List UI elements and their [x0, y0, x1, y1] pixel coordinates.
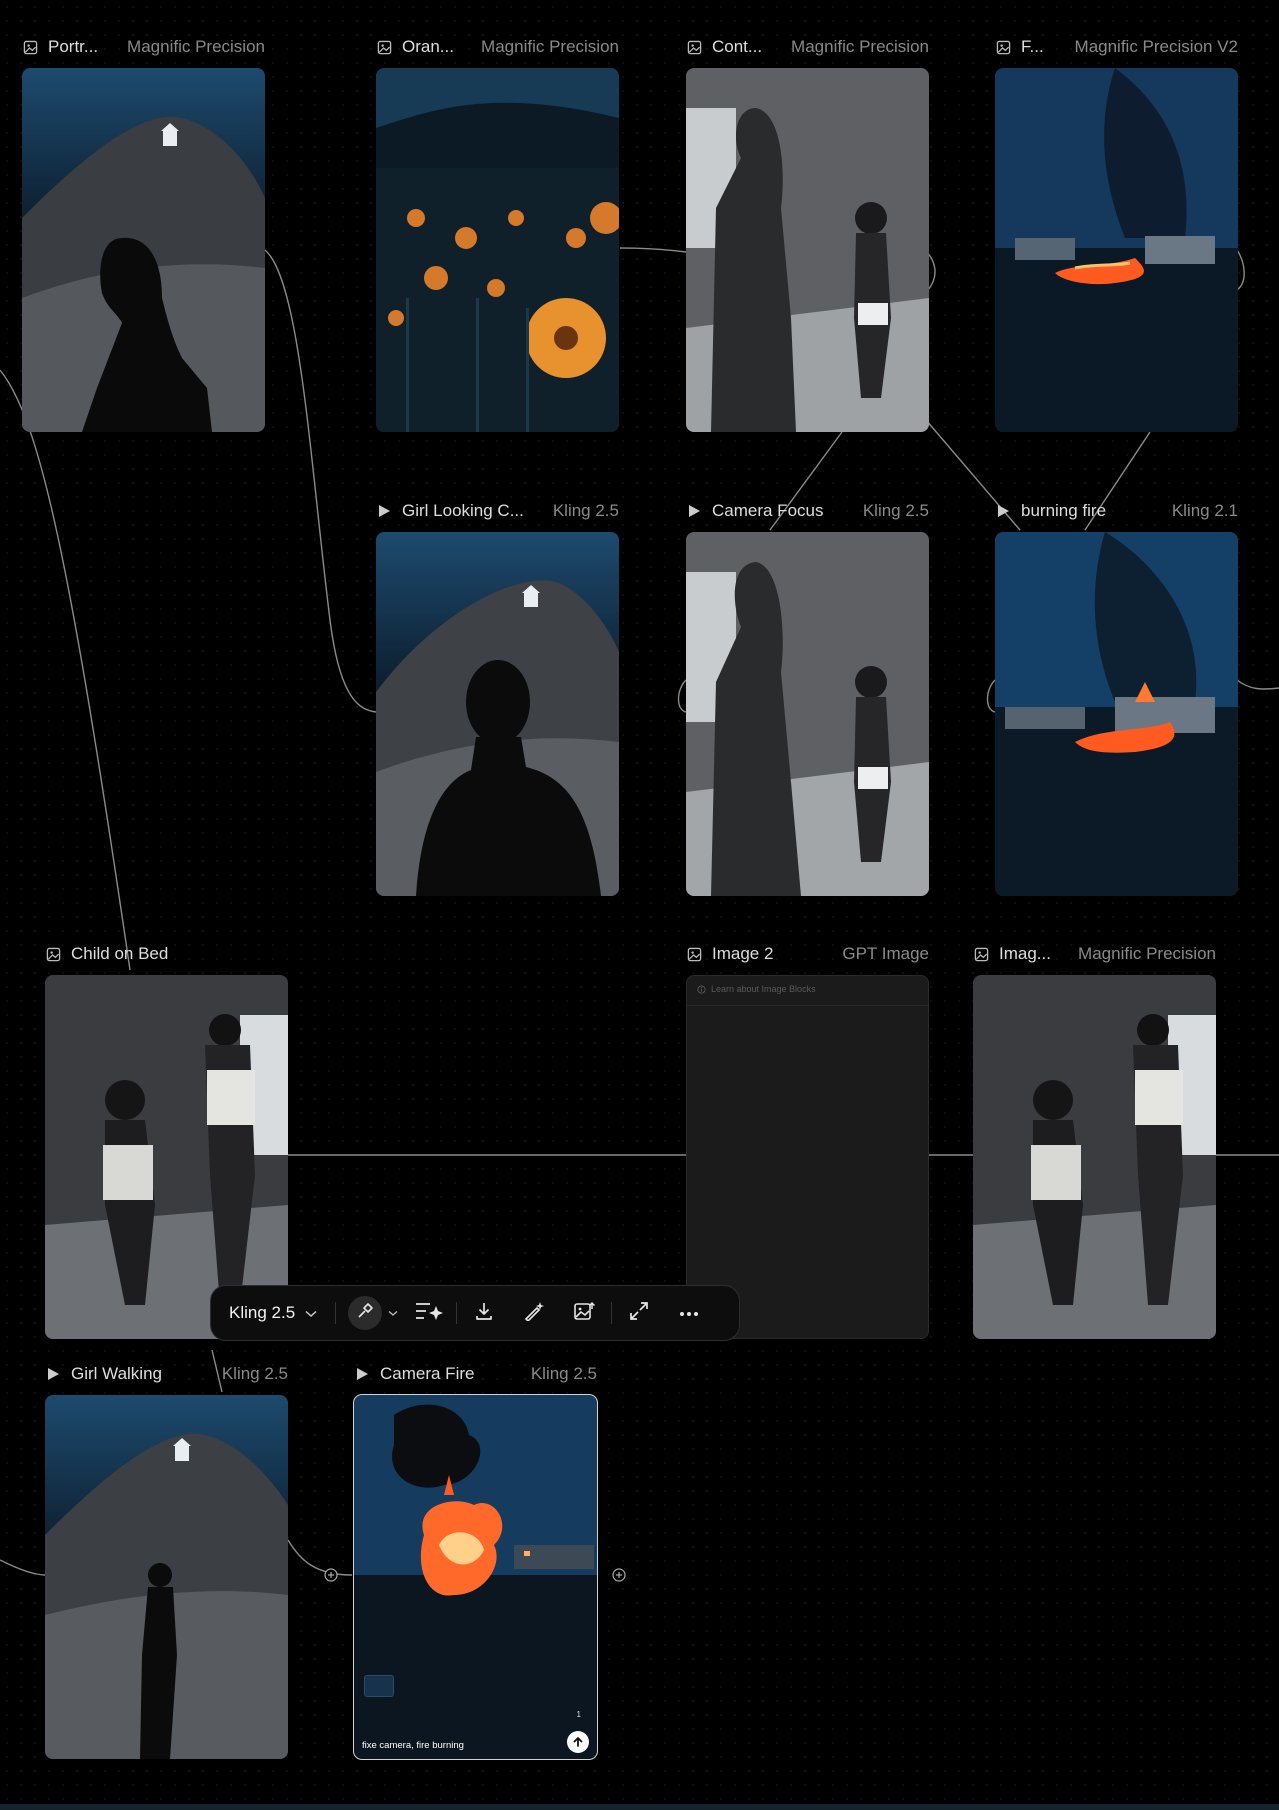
node-title: Portr...	[48, 37, 99, 56]
image-node-imag[interactable]: Imag... Magnific Precision	[973, 941, 1216, 1339]
node-thumbnail	[973, 975, 1216, 1339]
node-toolbar: Kling 2.5	[210, 1285, 740, 1341]
add-input-handle[interactable]	[324, 1568, 338, 1582]
node-title: Camera Focus	[712, 501, 824, 520]
video-node-burning-fire[interactable]: burning fire Kling 2.1	[995, 498, 1238, 896]
node-title: F...	[1021, 37, 1044, 56]
node-thumbnail	[686, 68, 929, 432]
play-icon	[376, 503, 392, 519]
style-brush-button[interactable]	[348, 1295, 383, 1331]
node-thumbnail	[995, 532, 1238, 896]
enhance-button[interactable]	[414, 1295, 444, 1331]
arrow-up-icon	[572, 1736, 584, 1748]
node-title: Child on Bed	[71, 944, 169, 963]
bottom-edge	[0, 1804, 1279, 1810]
style-dropdown[interactable]	[382, 1295, 404, 1331]
play-icon	[686, 503, 702, 519]
more-icon	[679, 1304, 699, 1322]
node-model: Magnific Precision	[791, 37, 929, 56]
learn-link[interactable]: Learn about Image Blocks	[687, 984, 928, 1006]
node-model: GPT Image	[842, 944, 929, 963]
node-model: Kling 2.5	[552, 501, 619, 520]
node-title: Image 2	[712, 944, 774, 963]
node-thumbnail	[45, 1395, 288, 1759]
video-node-girl-looking[interactable]: Girl Looking C... Kling 2.5	[376, 498, 619, 896]
node-model: Kling 2.5	[530, 1364, 597, 1383]
node-title: Girl Looking C...	[402, 501, 524, 520]
image-node-village-fire[interactable]: F... Magnific Precision V2	[995, 34, 1238, 432]
image-icon	[22, 39, 38, 55]
image-node-portrait[interactable]: Portr... Magnific Precision	[22, 34, 265, 432]
image-icon	[995, 39, 1011, 55]
node-thumbnail	[22, 68, 265, 432]
image-node-orange-flowers[interactable]: Oran... Magnific Precision	[376, 34, 619, 432]
download-icon	[474, 1301, 494, 1326]
node-title: Camera Fire	[380, 1364, 475, 1383]
image-icon	[686, 946, 702, 962]
image-upload-icon	[573, 1301, 596, 1326]
node-model: Kling 2.1	[1171, 501, 1238, 520]
expand-icon	[629, 1301, 649, 1326]
node-model: Magnific Precision V2	[1074, 37, 1238, 56]
brush-icon	[356, 1302, 374, 1325]
prompt-text[interactable]: fixe camera, fire burning	[362, 1740, 464, 1751]
play-icon	[354, 1366, 370, 1382]
node-model: Kling 2.5	[862, 501, 929, 520]
image-upload-button[interactable]	[569, 1295, 599, 1331]
node-thumbnail	[686, 532, 929, 896]
learn-text: Learn about Image Blocks	[711, 984, 816, 994]
node-model: Kling 2.5	[221, 1364, 288, 1383]
model-label: Kling 2.5	[229, 1303, 296, 1322]
more-button[interactable]	[674, 1295, 704, 1331]
image-icon	[686, 39, 702, 55]
edit-button[interactable]	[519, 1295, 549, 1331]
reference-thumbnail[interactable]	[364, 1675, 394, 1697]
play-icon	[45, 1366, 61, 1382]
image-icon	[376, 39, 392, 55]
node-title: Imag...	[999, 944, 1051, 963]
node-thumbnail	[995, 68, 1238, 432]
node-model: Magnific Precision	[127, 37, 265, 56]
node-title: Oran...	[402, 37, 454, 56]
divider	[456, 1302, 458, 1324]
video-node-girl-walking[interactable]: Girl Walking Kling 2.5	[45, 1361, 288, 1759]
image-node-child-on-bed[interactable]: Child on Bed	[45, 941, 288, 1339]
magic-pen-icon	[523, 1301, 545, 1326]
generate-button[interactable]	[567, 1731, 589, 1753]
enhance-prompt-icon	[414, 1301, 444, 1326]
node-thumbnail	[376, 68, 619, 432]
download-button[interactable]	[469, 1295, 499, 1331]
node-thumbnail	[376, 532, 619, 896]
chevron-down-icon	[305, 1303, 317, 1323]
chevron-down-icon	[388, 1304, 398, 1322]
node-title: Girl Walking	[71, 1364, 162, 1383]
divider	[335, 1302, 337, 1324]
info-icon	[697, 984, 706, 994]
node-title: Cont...	[712, 37, 763, 56]
image-node-image-2[interactable]: Image 2 GPT Image Learn about Image Bloc…	[686, 941, 929, 1339]
add-output-handle[interactable]	[612, 1568, 626, 1582]
model-selector[interactable]: Kling 2.5	[223, 1303, 323, 1323]
image-node-mother-child[interactable]: Cont... Magnific Precision	[686, 34, 929, 432]
image-icon	[973, 946, 989, 962]
node-title: burning fire	[1021, 501, 1107, 520]
output-count[interactable]: 1	[577, 1710, 581, 1719]
image-icon	[45, 946, 61, 962]
node-model: Magnific Precision	[1078, 944, 1216, 963]
play-icon	[995, 503, 1011, 519]
video-node-camera-focus[interactable]: Camera Focus Kling 2.5	[686, 498, 929, 896]
video-node-camera-fire[interactable]: Camera Fire Kling 2.5 1 fixe camera, fir…	[353, 1361, 598, 1760]
expand-button[interactable]	[624, 1295, 654, 1331]
node-thumbnail: 1 fixe camera, fire burning	[353, 1394, 598, 1760]
node-model: Magnific Precision	[481, 37, 619, 56]
divider	[611, 1302, 613, 1324]
